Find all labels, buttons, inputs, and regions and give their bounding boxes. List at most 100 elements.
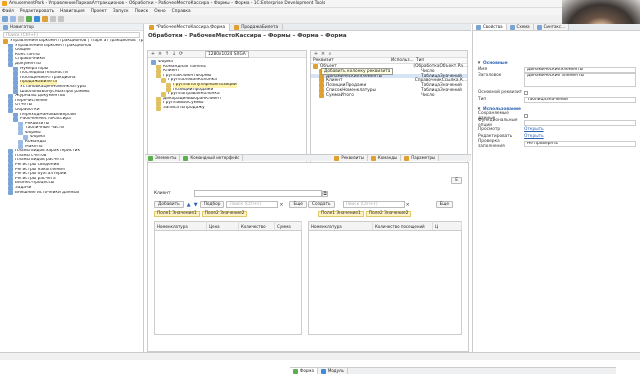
col-nomenclature[interactable]: Номенклатура: [308, 221, 373, 231]
menu-help[interactable]: Справка: [172, 9, 191, 14]
col-quantity[interactable]: Количество: [238, 221, 275, 231]
navigator-title: Навигатор: [10, 24, 34, 30]
element-tree-item-label: ЗаписатьПродажу: [163, 105, 205, 110]
editor-tabs: *РабочееМестоКассира.Форма ПродажаБилета: [145, 23, 471, 31]
menu-window[interactable]: Окно: [154, 9, 165, 14]
editor-bottom-tabs: Форма Модуль: [290, 367, 616, 374]
prop-fill-check-select[interactable]: Не проверять: [524, 140, 636, 147]
move-down-icon[interactable]: ▼: [193, 202, 199, 208]
prop-type-input[interactable]: ТаблицаЗначений: [524, 96, 636, 103]
back-icon[interactable]: [50, 16, 56, 22]
search-icon[interactable]: [42, 16, 48, 22]
tab-module[interactable]: Модуль: [317, 368, 348, 374]
tab-scheme[interactable]: Схема: [506, 24, 534, 30]
save-icon[interactable]: [10, 16, 16, 22]
col-price[interactable]: Ц: [432, 221, 462, 231]
create-button[interactable]: Создать: [308, 201, 335, 208]
move-up-icon[interactable]: ▲: [186, 202, 192, 208]
attribute-type: Число: [421, 92, 435, 98]
prop-title: Заголовок Динамические элементы: [473, 73, 640, 89]
tab-attributes-label: Реквизиты: [341, 155, 364, 160]
checkbox[interactable]: [524, 90, 528, 95]
find-icon[interactable]: ⌕: [327, 51, 333, 57]
clear-search-icon[interactable]: ×: [405, 202, 411, 208]
add-attribute-icon[interactable]: +: [313, 51, 319, 57]
col-usage[interactable]: Использ...: [391, 58, 416, 63]
open-icon[interactable]: ⧉: [322, 190, 328, 197]
right-edge-button[interactable]: Е: [451, 177, 462, 184]
tab-form[interactable]: *РабочееМестоКассира.Форма: [145, 23, 231, 31]
tab-sale-ticket[interactable]: ПродажаБилета: [230, 23, 284, 31]
tab-form-view[interactable]: Форма: [290, 368, 318, 374]
commands-icon: [370, 155, 376, 161]
navigator-tree-item-label: Внешние источники данных: [15, 190, 80, 195]
menu-file[interactable]: Файл: [2, 9, 14, 14]
tab-attributes[interactable]: Реквизиты: [331, 155, 368, 161]
tab-command-interface[interactable]: Командный интерфейс: [180, 155, 244, 161]
delete-element-icon[interactable]: ×: [157, 51, 163, 57]
menu-navigate[interactable]: Навигация: [60, 9, 84, 14]
add-element-icon[interactable]: +: [150, 51, 156, 57]
filter-tag[interactable]: Поле1 Значение1: [318, 211, 364, 217]
navigator-search-input[interactable]: Поиск (Ctrl+F): [3, 32, 140, 38]
menu-run[interactable]: Запуск: [113, 9, 129, 14]
clear-search-icon[interactable]: ×: [278, 202, 284, 208]
run-icon[interactable]: [26, 16, 32, 22]
new-icon[interactable]: [2, 16, 8, 22]
refresh-icon[interactable]: ⟳: [178, 51, 184, 57]
col-type[interactable]: Тип: [416, 58, 424, 63]
checkbox[interactable]: [524, 113, 528, 118]
table-body[interactable]: [309, 231, 462, 335]
right-search-input[interactable]: Поиск (Ctrl+F): [342, 201, 405, 208]
sale-items-group: Добавить ▲ ▼ Подбор Поиск (Ctrl+F) × Еще…: [154, 201, 314, 335]
client-input[interactable]: [194, 190, 322, 197]
col-sum[interactable]: Сумма: [274, 221, 302, 231]
tab-syntax[interactable]: Синтакс...: [533, 24, 569, 30]
pick-button[interactable]: Подбор: [199, 201, 225, 208]
navigator-panel: Навигатор Поиск (Ctrl+F) УправлениеПарко…: [0, 24, 144, 357]
prop-functional-options-input[interactable]: [524, 119, 636, 126]
col-visits[interactable]: Количество посещений: [372, 221, 433, 231]
menu-project[interactable]: Проект: [91, 9, 107, 14]
tab-properties-label: Свойства: [483, 24, 503, 29]
prop-name-input[interactable]: ДинамическиеЭлементы: [524, 66, 636, 73]
move-up-icon[interactable]: ↑: [164, 51, 170, 57]
right-more-button[interactable]: Еще: [435, 201, 453, 208]
debug-icon[interactable]: [34, 16, 40, 22]
left-search-input[interactable]: Поиск (Ctrl+F): [226, 201, 279, 208]
tab-parameters[interactable]: Параметры: [401, 155, 440, 161]
prop-edit-link[interactable]: Открыть: [524, 134, 544, 139]
element-tree-item[interactable]: ЗаписатьПродажу: [148, 105, 306, 111]
nomenclature-group: Создать Поиск (Ctrl+F) × Еще Поле1 Значе…: [308, 201, 466, 335]
tab-command-interface-label: Командный интерфейс: [190, 155, 240, 160]
resolution-select[interactable]: 1280x1024 SXGA: [205, 50, 249, 58]
collapse-icon: ▾: [477, 60, 481, 66]
tab-sale-ticket-label: ПродажаБилета: [241, 24, 279, 30]
tab-properties[interactable]: Свойства: [473, 24, 507, 30]
add-button[interactable]: Добавить: [154, 201, 184, 208]
tab-commands[interactable]: Команды: [367, 155, 402, 161]
sale-items-table: Номенклатура Цена Количество Сумма: [154, 221, 302, 335]
navigator-tree-item[interactable]: Внешние источники данных: [0, 190, 143, 196]
menu-edit[interactable]: Редактировать: [20, 9, 54, 14]
delete-attribute-icon[interactable]: ×: [320, 51, 326, 57]
table-header: Номенклатура Цена Количество Сумма: [154, 221, 302, 231]
prop-title-input[interactable]: Динамические элементы: [524, 73, 636, 87]
attribute-row[interactable]: СуммаИтого Число: [311, 92, 467, 98]
col-nomenclature[interactable]: Номенклатура: [154, 221, 207, 231]
filter-tag[interactable]: Поле2 Значение2: [201, 211, 248, 217]
prop-title-label: Заголовок: [478, 73, 502, 78]
move-down-icon[interactable]: ↓: [171, 51, 177, 57]
left-more-button[interactable]: Еще: [289, 201, 307, 208]
menu-search[interactable]: Поиск: [135, 9, 149, 14]
forward-icon[interactable]: [58, 16, 64, 22]
form-icon: [234, 24, 240, 30]
filter-tag[interactable]: Поле1 Значение1: [154, 211, 200, 217]
col-attribute[interactable]: Реквизит: [311, 58, 391, 63]
tab-elements[interactable]: Элементы: [145, 155, 181, 161]
filter-tag[interactable]: Поле2 Значение2: [365, 211, 412, 217]
col-price[interactable]: Цена: [206, 221, 239, 231]
prop-view-link[interactable]: Открыть: [524, 127, 544, 132]
save-all-icon[interactable]: [18, 16, 24, 22]
table-body[interactable]: [155, 231, 302, 335]
